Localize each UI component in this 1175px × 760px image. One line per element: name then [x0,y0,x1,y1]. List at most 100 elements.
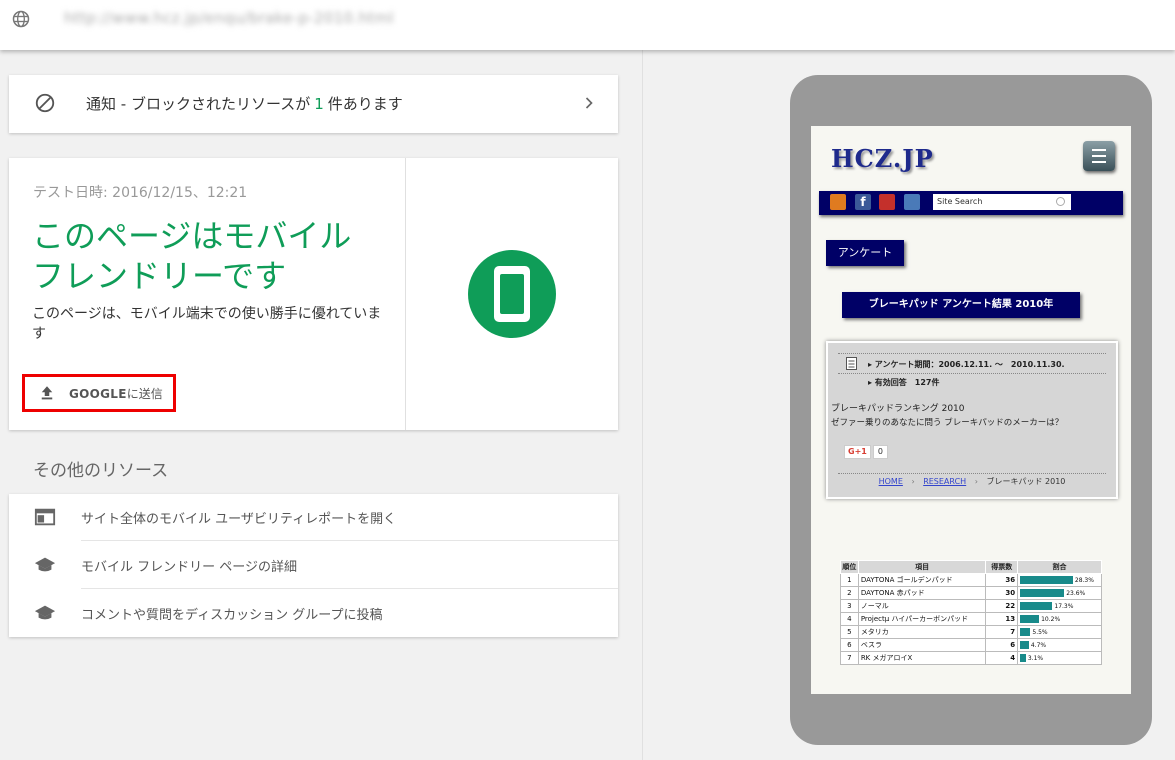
panel-divider [642,50,643,760]
crumb-current: ブレーキパッド 2010 [986,477,1066,486]
table-cell-votes: 22 [985,599,1019,613]
table-cell-share: 17.3% [1017,599,1102,613]
table-cell-rank: 2 [840,586,859,600]
survey-info-box: ▸ アンケート期間：2006.12.11. ～ 2010.11.30. ▸ 有効… [826,341,1118,499]
other-resources-title: その他のリソース [33,461,169,481]
table-cell-rank: 5 [840,625,859,639]
site-search-input[interactable]: Site Search [933,194,1071,210]
test-date: テスト日時: 2016/12/15、12:21 [33,185,248,201]
submit-to-google-button[interactable]: GOOGLEに送信 [22,374,176,412]
share-bar [1020,654,1026,662]
resource-label: コメントや質問をディスカッション グループに投稿 [81,608,383,623]
table-row: 4 Projectμ ハイパーカーボンパッド 13 10.2% [840,612,1102,626]
table-row: 5 メタリカ 7 5.5% [840,625,1102,639]
notice-text: 通知 - ブロックされたリソースが 1 件あります [86,95,403,113]
ranking-title: ブレーキパッドランキング 2010 [831,404,965,414]
youtube-icon[interactable] [879,194,895,210]
share-bar [1020,589,1065,597]
enquete-button[interactable]: アンケート [826,240,904,266]
share-label: 28.3% [1074,576,1094,584]
table-cell-item: メタリカ [857,625,987,639]
share-label: 10.2% [1041,615,1061,623]
table-cell-item: DAYTONA ゴールデンパッド [857,573,987,587]
table-row: 2 DAYTONA 赤パッド 30 23.6% [840,586,1102,600]
table-cell-votes: 4 [985,651,1019,665]
resource-item-mobile-friendly-details[interactable]: モバイル フレンドリー ページの詳細 [9,542,618,589]
share-label: 3.1% [1027,654,1044,662]
search-icon [1056,197,1065,206]
survey-responses: ▸ 有効回答 127件 [868,378,940,387]
share-bar [1020,641,1029,649]
share-bar [1020,628,1031,636]
table-cell-rank: 7 [840,651,859,665]
facebook-icon[interactable]: f [855,194,871,210]
table-header: 割合 [1017,560,1102,574]
result-headline: このページはモバイル フレンドリーです [32,217,352,295]
resource-item-discussion-group[interactable]: コメントや質問をディスカッション グループに投稿 [9,590,618,637]
survey-period: ▸ アンケート期間：2006.12.11. ～ 2010.11.30. [868,360,1065,369]
share-label: 23.6% [1066,589,1086,597]
crumb-research-link[interactable]: RESEARCH [923,477,966,486]
table-cell-share: 23.6% [1017,586,1102,600]
gplus-button[interactable]: G+1 0 [844,445,888,459]
result-description: このページは、モバイル端末での使い勝手に優れています [32,306,382,342]
resource-label: サイト全体のモバイル ユーザビリティレポートを開く [81,512,397,527]
resource-item-usability-report[interactable]: サイト全体のモバイル ユーザビリティレポートを開く [9,494,618,541]
table-row: 6 ベスラ 6 4.7% [840,638,1102,652]
browser-window-icon [34,508,56,526]
table-cell-share: 3.1% [1017,651,1102,665]
rss-icon[interactable] [830,194,846,210]
table-cell-rank: 4 [840,612,859,626]
hamburger-menu-icon[interactable] [1083,141,1115,171]
share-bar [1020,615,1040,623]
card-separator [405,158,406,430]
table-header: 順位 [840,560,859,574]
globe-icon [12,10,30,28]
table-row: 3 ノーマル 22 17.3% [840,599,1102,613]
other-resources-list: サイト全体のモバイル ユーザビリティレポートを開く モバイル フレンドリー ペー… [9,494,618,637]
table-row: 7 RK メガアロイX 4 3.1% [840,651,1102,665]
sitemap-icon[interactable] [904,194,920,210]
preview-breadcrumb: HOME › RESEARCH › ブレーキパッド 2010 [878,477,1066,486]
table-cell-votes: 6 [985,638,1019,652]
table-cell-item: Projectμ ハイパーカーボンパッド [857,612,987,626]
document-icon [846,357,857,370]
table-cell-item: RK メガアロイX [857,651,987,665]
share-label: 17.3% [1054,602,1074,610]
chevron-right-icon[interactable] [579,93,599,113]
crumb-home-link[interactable]: HOME [879,477,903,486]
share-bar [1020,576,1073,584]
url-bar: http://www.hcz.jp/enqu/brake-p-2010.html [0,0,1175,50]
blocked-count: 1 [314,95,324,113]
table-cell-share: 4.7% [1017,638,1102,652]
table-cell-item: ノーマル [857,599,987,613]
gplus-count: 0 [872,445,888,459]
upload-icon [41,386,53,400]
graduation-cap-icon [34,605,56,620]
site-nav-bar: f Site Search [819,191,1123,215]
table-cell-votes: 13 [985,612,1019,626]
resource-label: モバイル フレンドリー ページの詳細 [81,560,298,575]
table-cell-rank: 6 [840,638,859,652]
table-cell-item: DAYTONA 赤パッド [857,586,987,600]
table-cell-item: ベスラ [857,638,987,652]
ranking-table: 順位 項目 得票数 割合 1 DAYTONA ゴールデンパッド 36 28.3% 2 DAYTO… [840,560,1102,665]
table-cell-rank: 3 [840,599,859,613]
tested-url: http://www.hcz.jp/enqu/brake-p-2010.html [64,9,394,27]
graduation-cap-icon [34,557,56,572]
blocked-resources-notice[interactable]: 通知 - ブロックされたリソースが 1 件あります [9,75,618,133]
mobile-preview-screen[interactable]: HCZ.JP f Site Search アンケート ブレーキパッド アンケート… [811,126,1131,694]
share-label: 5.5% [1032,628,1048,636]
submit-label: GOOGLEに送信 [69,386,163,401]
table-cell-votes: 7 [985,625,1019,639]
divider [81,540,618,541]
table-header: 項目 [857,560,987,574]
table-cell-share: 5.5% [1017,625,1102,639]
share-label: 4.7% [1030,641,1047,649]
blocked-icon [35,93,55,113]
result-card: テスト日時: 2016/12/15、12:21 このページはモバイル フレンドリ… [9,158,618,430]
table-cell-rank: 1 [840,573,859,587]
table-cell-votes: 30 [985,586,1019,600]
site-logo: HCZ.JP [831,144,934,173]
share-bar [1020,602,1053,610]
